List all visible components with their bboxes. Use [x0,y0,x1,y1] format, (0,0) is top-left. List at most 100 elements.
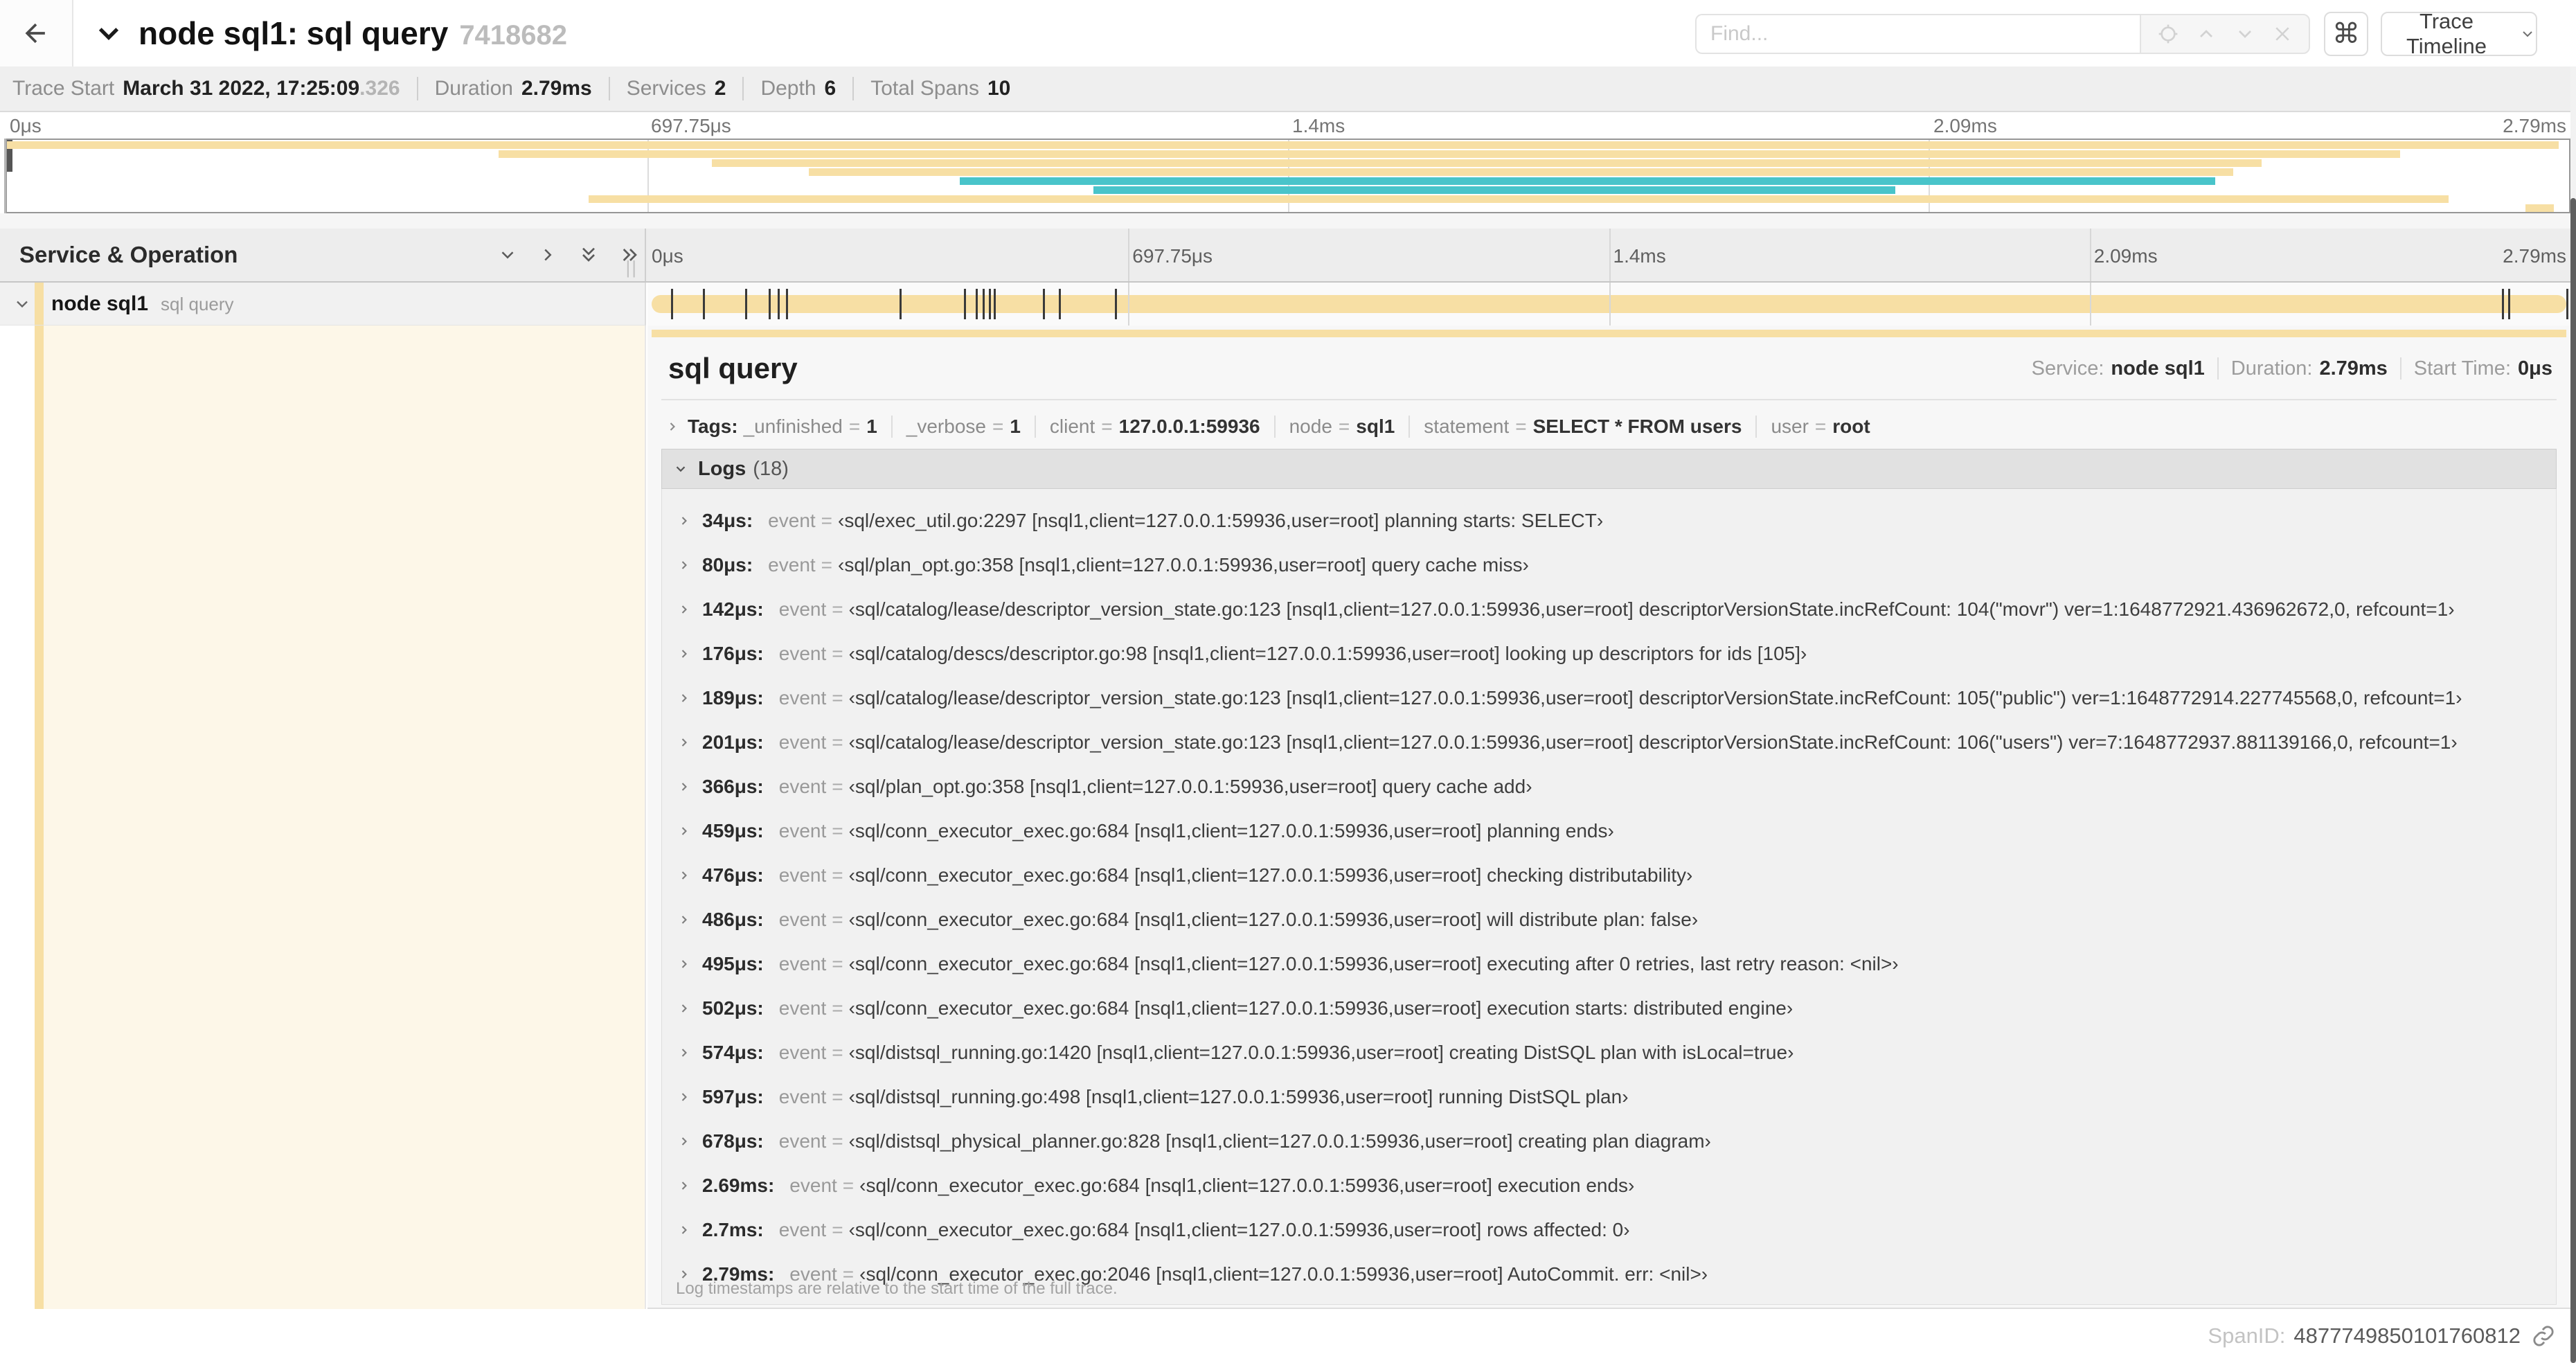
axis-tick-label: 697.75μs [1132,245,1213,267]
expand-log-icon[interactable] [677,514,691,528]
chevron-down-icon[interactable] [497,244,518,265]
expand-log-icon[interactable] [677,558,691,572]
log-row[interactable]: 34μs: event = ‹sql/exec_util.go:2297 [nsql1… [662,499,2556,543]
stat-value: 2.79ms [2319,357,2388,380]
keyboard-shortcuts-button[interactable]: ⌘ [2324,12,2368,56]
log-timestamp: 495μs: [702,953,764,974]
crosshair-icon[interactable] [2157,23,2179,45]
span-row-timeline [647,283,2570,326]
trace-id: 7418682 [459,20,568,51]
collapse-trace-icon[interactable] [94,19,123,48]
log-field-value: ‹sql/distsql_physical_planner.go:828 [ns… [848,1130,1711,1152]
tag-separator [1755,416,1757,438]
expand-log-icon[interactable] [677,647,691,661]
log-row[interactable]: 597μs: event = ‹sql/distsql_running.go:498 … [662,1075,2556,1119]
tag-item[interactable]: statement = SELECT * FROM users [1424,416,1742,438]
double-chevron-down-icon[interactable] [578,244,600,266]
service-operation-title: Service & Operation [19,242,238,267]
equals-sign: = [832,909,843,930]
collapse-logs-icon[interactable] [673,461,688,476]
log-field-key: event [778,1086,827,1107]
minimap-span-bar [7,141,2559,149]
log-row[interactable]: 574μs: event = ‹sql/distsql_running.go:1420… [662,1031,2556,1075]
view-selector-button[interactable]: Trace Timeline [2381,9,2537,58]
equals-sign: = [832,997,843,1019]
expand-log-icon[interactable] [677,913,691,927]
log-timestamp: 2.69ms: [702,1175,775,1196]
log-row[interactable]: 476μs: event = ‹sql/conn_executor_exec.go:6… [662,853,2556,898]
expand-log-icon[interactable] [677,1179,691,1193]
log-marker [1114,289,1117,319]
expand-log-icon[interactable] [677,780,691,794]
span-id-label: SpanID: [2208,1324,2286,1348]
span-footer: SpanID: 4877749850101760812 [0,1309,2576,1363]
log-timestamp: 366μs: [702,776,764,797]
log-timestamp: 459μs: [702,820,764,841]
log-timestamp: 502μs: [702,997,764,1019]
log-timestamp: 176μs: [702,643,764,664]
tag-key: node [1289,416,1332,437]
expand-log-icon[interactable] [677,603,691,616]
tag-item[interactable]: _verbose = 1 [906,416,1021,438]
expand-log-icon[interactable] [677,736,691,749]
chevron-down-icon [2519,26,2536,42]
log-marker [975,289,978,319]
span-detail-header: sql query Service: node sql1 Duration: 2.79… [668,346,2552,391]
expand-tags-icon[interactable] [665,420,679,434]
log-marker [670,289,673,319]
expand-log-icon[interactable] [677,957,691,971]
expand-log-icon[interactable] [677,1001,691,1015]
logs-header[interactable]: Logs (18) [661,449,2557,489]
log-row[interactable]: 80μs: event = ‹sql/plan_opt.go:358 [nsql1,c… [662,543,2556,587]
log-field-value: ‹sql/plan_opt.go:358 [nsql1,client=127.0… [838,554,1529,576]
span-row-label[interactable]: node sql1 sql query [0,283,646,326]
close-icon[interactable] [2272,24,2293,44]
log-row[interactable]: 201μs: event = ‹sql/catalog/lease/descripto… [662,720,2556,765]
stat-label: Duration: [2230,357,2313,380]
minimap-canvas[interactable] [6,139,2570,213]
expand-log-icon[interactable] [677,1134,691,1148]
tag-value: 1 [866,416,877,437]
log-row[interactable]: 495μs: event = ‹sql/conn_executor_exec.go:6… [662,942,2556,986]
tag-item[interactable]: user = root [1771,416,1870,438]
log-row[interactable]: 2.69ms: event = ‹sql/conn_executor_exec.go:… [662,1164,2556,1208]
log-field-key: event [778,1219,827,1240]
link-icon[interactable] [2532,1324,2555,1348]
summary-separator [608,77,610,100]
log-row[interactable]: 2.7ms: event = ‹sql/conn_executor_exec.go:6… [662,1208,2556,1252]
log-row[interactable]: 486μs: event = ‹sql/conn_executor_exec.go:6… [662,898,2556,942]
chevron-right-icon[interactable] [537,244,558,265]
summary-item-label: Duration [434,77,513,100]
span-detail-stats: Service: node sql1 Duration: 2.79ms Start Ti… [2032,357,2552,380]
log-row[interactable]: 366μs: event = ‹sql/plan_opt.go:358 [nsql1,… [662,765,2556,809]
back-button[interactable] [0,0,73,66]
find-input[interactable] [1695,14,2140,54]
expand-log-icon[interactable] [677,868,691,882]
chevron-up-icon[interactable] [2195,23,2217,45]
column-resize-grip[interactable]: || [625,257,638,278]
log-row[interactable]: 678μs: event = ‹sql/distsql_physical_planne… [662,1119,2556,1164]
expand-log-icon[interactable] [677,1223,691,1237]
vertical-scrollbar[interactable] [2570,66,2576,1363]
log-field-key: event [778,643,827,664]
tag-item[interactable]: _unfinished = 1 [744,416,877,438]
expand-log-icon[interactable] [677,1090,691,1104]
tag-item[interactable]: client = 127.0.0.1:59936 [1050,416,1260,438]
tags-row[interactable]: Tags: _unfinished = 1 _verbose = 1 client = 127.… [665,407,2552,446]
log-field-key: event [778,1130,827,1152]
chevron-down-icon[interactable] [12,294,32,314]
log-row[interactable]: 502μs: event = ‹sql/conn_executor_exec.go:6… [662,986,2556,1031]
expand-log-icon[interactable] [677,824,691,838]
log-row[interactable]: 142μs: event = ‹sql/catalog/lease/descripto… [662,587,2556,632]
tag-item[interactable]: node = sql1 [1289,416,1395,438]
chevron-down-icon[interactable] [2234,23,2256,45]
summary-item: Trace Start March 31 2022, 17:25:09.326 [12,77,400,100]
expand-log-icon[interactable] [677,691,691,705]
log-row[interactable]: 189μs: event = ‹sql/catalog/lease/descripto… [662,676,2556,720]
log-row[interactable]: 176μs: event = ‹sql/catalog/descs/descripto… [662,632,2556,676]
log-row[interactable]: 459μs: event = ‹sql/conn_executor_exec.go:6… [662,809,2556,853]
scrollbar-thumb[interactable] [2570,198,2576,1363]
log-field-value: ‹sql/conn_executor_exec.go:684 [nsql1,cl… [848,953,1899,974]
tag-separator [1034,416,1036,438]
expand-log-icon[interactable] [677,1046,691,1060]
